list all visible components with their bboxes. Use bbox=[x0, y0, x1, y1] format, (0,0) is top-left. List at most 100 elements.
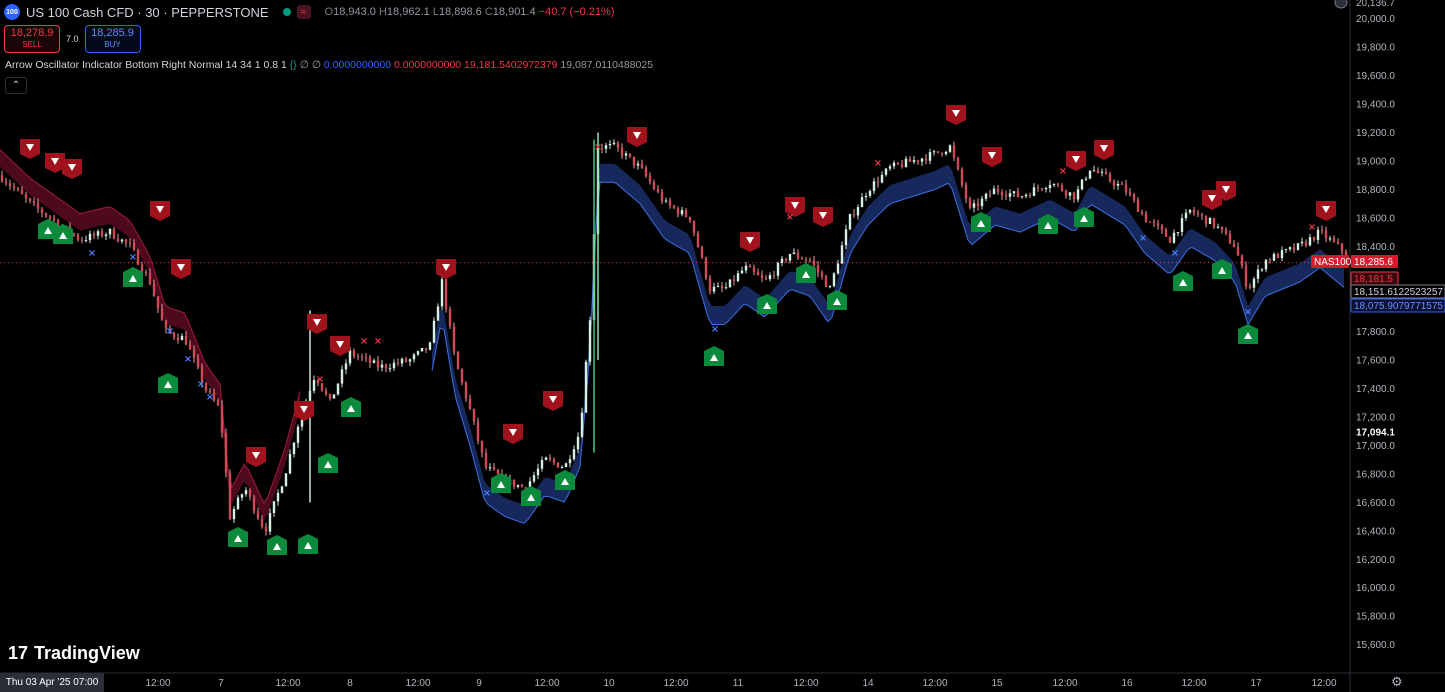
price-tick-label: 17,400.0 bbox=[1356, 384, 1395, 395]
candle-body bbox=[1256, 269, 1260, 279]
candle-body bbox=[408, 359, 412, 362]
candle-body bbox=[284, 473, 288, 487]
candle-body bbox=[788, 253, 792, 261]
candle-body bbox=[388, 368, 392, 370]
candle-body bbox=[1208, 218, 1212, 224]
upper-band-badge-text: 18,151.6122523257 bbox=[1354, 287, 1443, 298]
candle-body bbox=[412, 354, 416, 360]
candle-body bbox=[552, 459, 556, 463]
candle-body bbox=[772, 275, 776, 277]
candle-body bbox=[0, 175, 4, 182]
buy-button[interactable]: 18,285.9 BUY bbox=[84, 25, 141, 53]
time-tick-label: 12:00 bbox=[145, 678, 170, 689]
candle-body bbox=[176, 337, 180, 341]
candle-body bbox=[776, 263, 780, 276]
exit-mark-icon: × bbox=[786, 212, 794, 223]
candle-body bbox=[256, 511, 260, 519]
tradingview-logo[interactable]: 17 TradingView bbox=[8, 643, 140, 664]
buy-signal-marker bbox=[796, 263, 816, 283]
time-tick-label: 11 bbox=[733, 678, 744, 689]
candles bbox=[0, 132, 1348, 536]
exit-mark-icon: × bbox=[1308, 222, 1316, 233]
symbol-logo-icon[interactable]: 100 bbox=[4, 4, 20, 20]
candle-body bbox=[1316, 229, 1320, 240]
candle-body bbox=[848, 213, 852, 230]
wave-icon[interactable]: ≈ bbox=[296, 5, 311, 19]
candle-body bbox=[520, 485, 524, 488]
price-tick-label: 17,600.0 bbox=[1356, 356, 1395, 367]
candle-body bbox=[1108, 174, 1112, 182]
candle-body bbox=[84, 240, 88, 242]
bid-badge: 18,181.5 bbox=[1350, 271, 1399, 286]
sell-signal-marker bbox=[1066, 151, 1086, 171]
candle-body bbox=[96, 231, 100, 236]
candle-body bbox=[724, 287, 728, 289]
price-tick-label: 19,800.0 bbox=[1356, 43, 1395, 54]
candle-body bbox=[716, 285, 720, 287]
market-open-icon bbox=[282, 8, 291, 16]
time-tick-label: 12:00 bbox=[405, 678, 430, 689]
candle-body bbox=[1168, 236, 1172, 243]
collapse-legend-button[interactable]: ⌃ bbox=[5, 77, 27, 94]
candle-body bbox=[252, 496, 256, 512]
exit-mark-icon: × bbox=[166, 326, 174, 337]
sell-button[interactable]: 18,278.9 SELL bbox=[4, 25, 60, 53]
candle-body bbox=[1000, 191, 1004, 196]
candle-body bbox=[1128, 192, 1132, 195]
candle-body bbox=[1264, 259, 1268, 270]
candle-body bbox=[660, 191, 664, 202]
candle-body bbox=[924, 158, 928, 161]
candle-body bbox=[932, 151, 936, 153]
candle-body bbox=[364, 357, 368, 359]
candle-body bbox=[1028, 194, 1032, 196]
sell-signal-marker bbox=[982, 147, 1002, 167]
candle-body bbox=[228, 472, 232, 520]
candle-body bbox=[1064, 190, 1068, 196]
candle-body bbox=[28, 198, 32, 202]
candle-body bbox=[960, 169, 964, 185]
candle-body bbox=[1052, 184, 1056, 186]
candle-body bbox=[1272, 253, 1276, 261]
candle-body bbox=[1148, 221, 1152, 223]
price-highlight-label: 17,094.1 bbox=[1356, 428, 1395, 439]
candle-body bbox=[612, 142, 616, 144]
indicator-name[interactable]: Arrow Oscillator Indicator Bottom Right … bbox=[5, 59, 287, 71]
candle-body bbox=[812, 260, 816, 266]
candle-body bbox=[348, 350, 352, 364]
buy-signal-marker bbox=[704, 346, 724, 366]
indicator-legend[interactable]: Arrow Oscillator Indicator Bottom Right … bbox=[5, 59, 653, 71]
candle-body bbox=[360, 356, 364, 358]
candle-body bbox=[328, 393, 332, 399]
candle-body bbox=[900, 164, 904, 167]
candle-body bbox=[1172, 232, 1176, 243]
exit-mark-icon: × bbox=[1244, 307, 1252, 318]
candle-body bbox=[1324, 230, 1328, 239]
gear-icon[interactable]: ⚙ bbox=[1391, 674, 1403, 690]
time-tick-label: 7 bbox=[218, 678, 224, 689]
candle-body bbox=[888, 166, 892, 169]
candle-body bbox=[332, 394, 336, 399]
sell-signal-marker bbox=[543, 391, 563, 411]
candle-body bbox=[120, 239, 124, 242]
candle-body bbox=[160, 308, 164, 321]
candle-body bbox=[836, 263, 840, 274]
source-code-icon[interactable]: {} bbox=[290, 59, 297, 71]
candle-body bbox=[140, 264, 144, 272]
candle-body bbox=[1280, 250, 1284, 259]
price-chart[interactable]: 20,136.7 20,000.0 19,800.0 19,600.0 19,400.0… bbox=[0, 0, 1445, 692]
candle-body bbox=[1136, 199, 1140, 213]
last-price-badge: 18,285.6 bbox=[1351, 255, 1398, 268]
candle-body bbox=[1212, 218, 1216, 227]
price-tick-label: 16,400.0 bbox=[1356, 526, 1395, 537]
candle-body bbox=[804, 259, 808, 261]
symbol-title[interactable]: US 100 Cash CFD · 30 · PEPPERSTONE bbox=[26, 5, 269, 20]
price-tick-label: 19,000.0 bbox=[1356, 156, 1395, 167]
candle-body bbox=[444, 279, 448, 310]
candle-body bbox=[1144, 213, 1148, 222]
candle-body bbox=[1036, 187, 1040, 189]
candle-body bbox=[148, 272, 152, 285]
candle-body bbox=[516, 485, 520, 487]
candle-body bbox=[916, 160, 920, 162]
candle-body bbox=[604, 145, 608, 149]
candle-body bbox=[1080, 179, 1084, 190]
